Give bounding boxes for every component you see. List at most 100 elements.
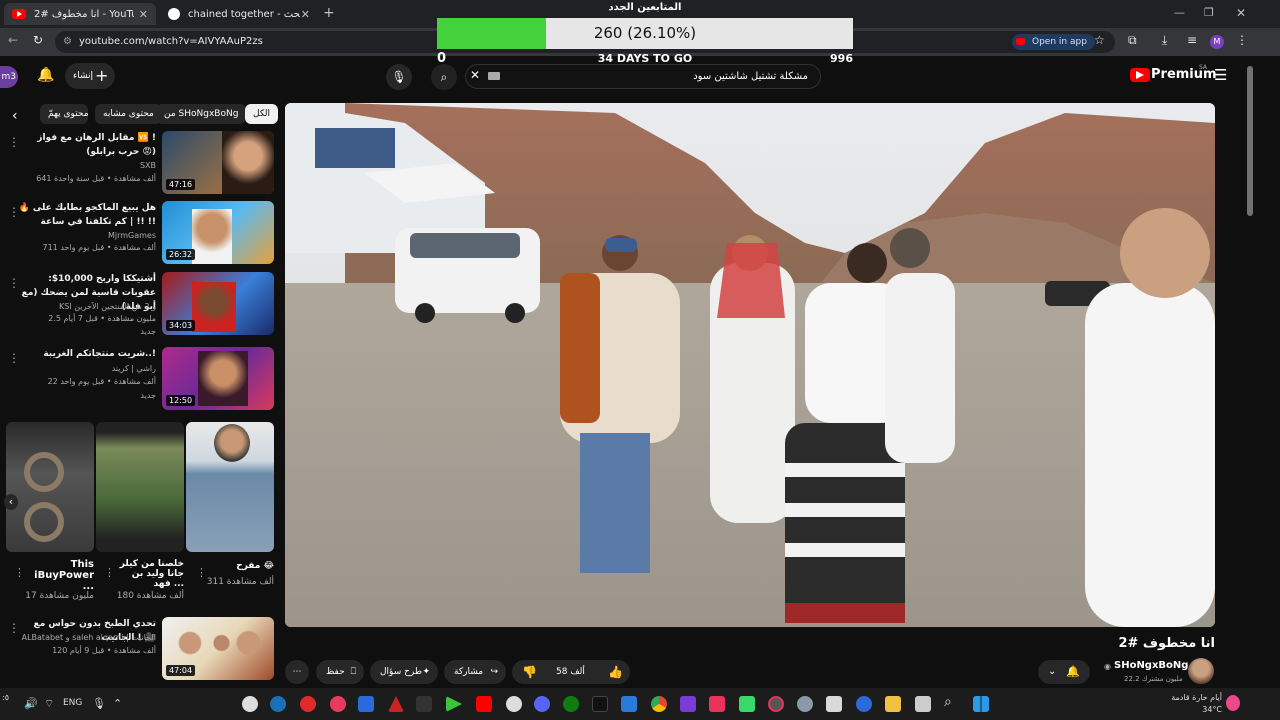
app-tool-icon[interactable]: [416, 696, 432, 712]
app-settings-gear-icon[interactable]: [506, 696, 522, 712]
list-item[interactable]: ⋮ مقابل الرهان مع فواز 🆚 ! (حرب برابلو 😡…: [0, 131, 280, 201]
subscribed-notifications-button[interactable]: ⌄ 🔔: [1038, 660, 1090, 684]
dislike-icon[interactable]: 👎: [522, 660, 537, 684]
app-editor-icon[interactable]: [358, 696, 374, 712]
app-edge-icon[interactable]: [856, 696, 872, 712]
list-item[interactable]: ⋮ شريت منتجاتكم الغريبة..! راشي | كريند …: [0, 347, 280, 417]
volume-icon[interactable]: 🔊: [24, 697, 38, 710]
windows-start-icon[interactable]: [973, 696, 989, 712]
chip-all[interactable]: الكل: [245, 104, 279, 124]
app-photos-icon[interactable]: [621, 696, 637, 712]
close-tab-icon[interactable]: ✕: [139, 8, 148, 21]
chip-similar[interactable]: محتوى مشابه: [95, 104, 162, 124]
app-discord-icon[interactable]: [534, 696, 550, 712]
app-twitch-icon[interactable]: [680, 696, 696, 712]
chips-scroll-left-icon[interactable]: ‹: [12, 108, 18, 124]
more-actions-icon[interactable]: ⋯: [285, 660, 309, 684]
app-play-icon[interactable]: [446, 696, 462, 712]
rec-thumbnail[interactable]: 34:03: [162, 272, 274, 335]
site-info-icon[interactable]: ⚙: [63, 31, 72, 53]
shorts-scroll-left-icon[interactable]: ‹: [4, 494, 18, 510]
file-explorer-icon[interactable]: [885, 696, 901, 712]
search-icon[interactable]: ⌕: [944, 694, 952, 710]
chip-from-channel[interactable]: من SHoNgxBoNg: [156, 104, 247, 124]
app-xbox-icon[interactable]: [563, 696, 579, 712]
voice-search-mic-icon[interactable]: 🎙: [386, 64, 412, 90]
list-item[interactable]: ⋮ أشتيككا واربح 10,000$: عقوبات قاسية لم…: [0, 272, 280, 342]
page-scrollbar[interactable]: [1245, 56, 1255, 688]
short-title[interactable]: خلصنا من كيلر جانا وليد بن فهد ...: [114, 559, 184, 589]
minimize-icon[interactable]: —: [1174, 6, 1185, 19]
rec-thumbnail[interactable]: 47:16: [162, 131, 274, 194]
app-calculator-icon[interactable]: [826, 696, 842, 712]
app-tiktok-icon[interactable]: [592, 696, 608, 712]
more-options-icon[interactable]: ⋮: [14, 566, 25, 579]
short-title[interactable]: This iBuyPower ...: [28, 559, 94, 592]
rec-channel[interactable]: KSI و 2 من المنتجين الآخرين: [16, 302, 156, 311]
app-streaming-icon[interactable]: [709, 696, 725, 712]
weather-desc[interactable]: أيام حارة قادمة: [1170, 693, 1222, 702]
rec-thumbnail[interactable]: 12:50: [162, 347, 274, 410]
restore-icon[interactable]: ❐: [1204, 6, 1214, 19]
notifications-bell-icon[interactable]: 🔔: [37, 67, 54, 83]
rec-channel[interactable]: MjrmGames: [16, 231, 156, 240]
app-instagram-icon[interactable]: [330, 696, 346, 712]
rec-channel[interactable]: ALBatabet و saleh alqarni | الجانيت: [6, 633, 156, 642]
clock-partial[interactable]: :٥: [2, 693, 9, 702]
app-youtube-icon[interactable]: [476, 696, 492, 712]
chip-related[interactable]: محتوى يهمّ: [40, 104, 88, 124]
rec-channel[interactable]: SXB: [16, 161, 156, 170]
app-record-icon[interactable]: [300, 696, 316, 712]
app-obs-icon[interactable]: [242, 696, 258, 712]
rec-channel[interactable]: راشي | كريند: [16, 364, 156, 373]
bookmark-star-icon[interactable]: ☆: [1094, 33, 1105, 47]
app-system-settings-icon[interactable]: [797, 696, 813, 712]
rec-thumbnail[interactable]: 47:04: [162, 617, 274, 680]
browser-menu-icon[interactable]: ⋮: [1236, 33, 1248, 47]
create-button[interactable]: إنشاء +: [65, 63, 115, 89]
app-chrome-icon[interactable]: [651, 696, 667, 712]
back-icon[interactable]: ←: [8, 33, 18, 47]
channel-avatar[interactable]: [1188, 658, 1214, 684]
short-thumbnail[interactable]: [6, 422, 94, 552]
weather-temp[interactable]: 34°C: [1170, 705, 1222, 714]
mic-icon[interactable]: 🎙: [92, 697, 106, 710]
short-thumbnail[interactable]: [96, 422, 184, 552]
clear-search-icon[interactable]: ✕: [470, 68, 480, 82]
like-icon[interactable]: 👍: [608, 660, 623, 684]
app-steam-icon[interactable]: [270, 696, 286, 712]
keyboard-icon[interactable]: [488, 72, 500, 80]
tab-youtube[interactable]: انا مخطوف #2 - YouTube ✕: [4, 3, 156, 25]
account-avatar[interactable]: m3: [0, 66, 18, 88]
reload-icon[interactable]: ↻: [33, 33, 43, 47]
tab-google[interactable]: chained together - بحث Google ✕: [160, 3, 318, 25]
rec-thumbnail[interactable]: 26:32: [162, 201, 274, 264]
rec-title[interactable]: هل يبيع الماكجو بطابك على 🔥 !! | كم تكلف…: [16, 201, 156, 229]
app-chat-icon[interactable]: [739, 696, 755, 712]
app-valorant-icon[interactable]: [388, 696, 404, 712]
scrollbar-thumb[interactable]: [1247, 66, 1253, 216]
profile-avatar[interactable]: M: [1210, 35, 1224, 49]
ask-button[interactable]: طرح سؤال ✦: [370, 660, 438, 684]
tray-expand-icon[interactable]: ⌃: [113, 697, 122, 710]
extensions-icon[interactable]: ⧉: [1128, 33, 1137, 48]
media-controls-icon[interactable]: ≡: [1187, 33, 1197, 47]
list-item[interactable]: ⋮ تحدي الطبخ بدون حواس مع الجانيت ! 🎥 AL…: [0, 617, 280, 687]
list-item[interactable]: ⋮ هل يبيع الماكجو بطابك على 🔥 !! | كم تك…: [0, 201, 280, 271]
task-view-icon[interactable]: [915, 696, 931, 712]
hamburger-menu-icon[interactable]: ☰: [1214, 66, 1227, 84]
save-button[interactable]: حفظ ⎕: [316, 660, 364, 684]
close-window-icon[interactable]: ✕: [1236, 6, 1246, 20]
new-tab-button[interactable]: +: [323, 5, 335, 21]
search-button-icon[interactable]: ⌕: [431, 64, 457, 90]
rec-title[interactable]: مقابل الرهان مع فواز 🆚 ! (حرب برابلو 😡): [16, 131, 156, 159]
network-icon[interactable]: ⌔: [44, 697, 54, 711]
language-indicator[interactable]: ENG: [63, 698, 82, 708]
short-thumbnail[interactable]: [186, 422, 274, 552]
like-count[interactable]: 58 ألف: [556, 660, 585, 684]
weather-icon[interactable]: [1226, 695, 1240, 711]
rec-title[interactable]: شريت منتجاتكم الغريبة..!: [16, 347, 156, 361]
close-tab-icon[interactable]: ✕: [301, 8, 310, 21]
app-obs-active-icon[interactable]: [768, 696, 784, 712]
search-input[interactable]: مشكلة تشتيل شاشتين سود: [465, 64, 821, 89]
